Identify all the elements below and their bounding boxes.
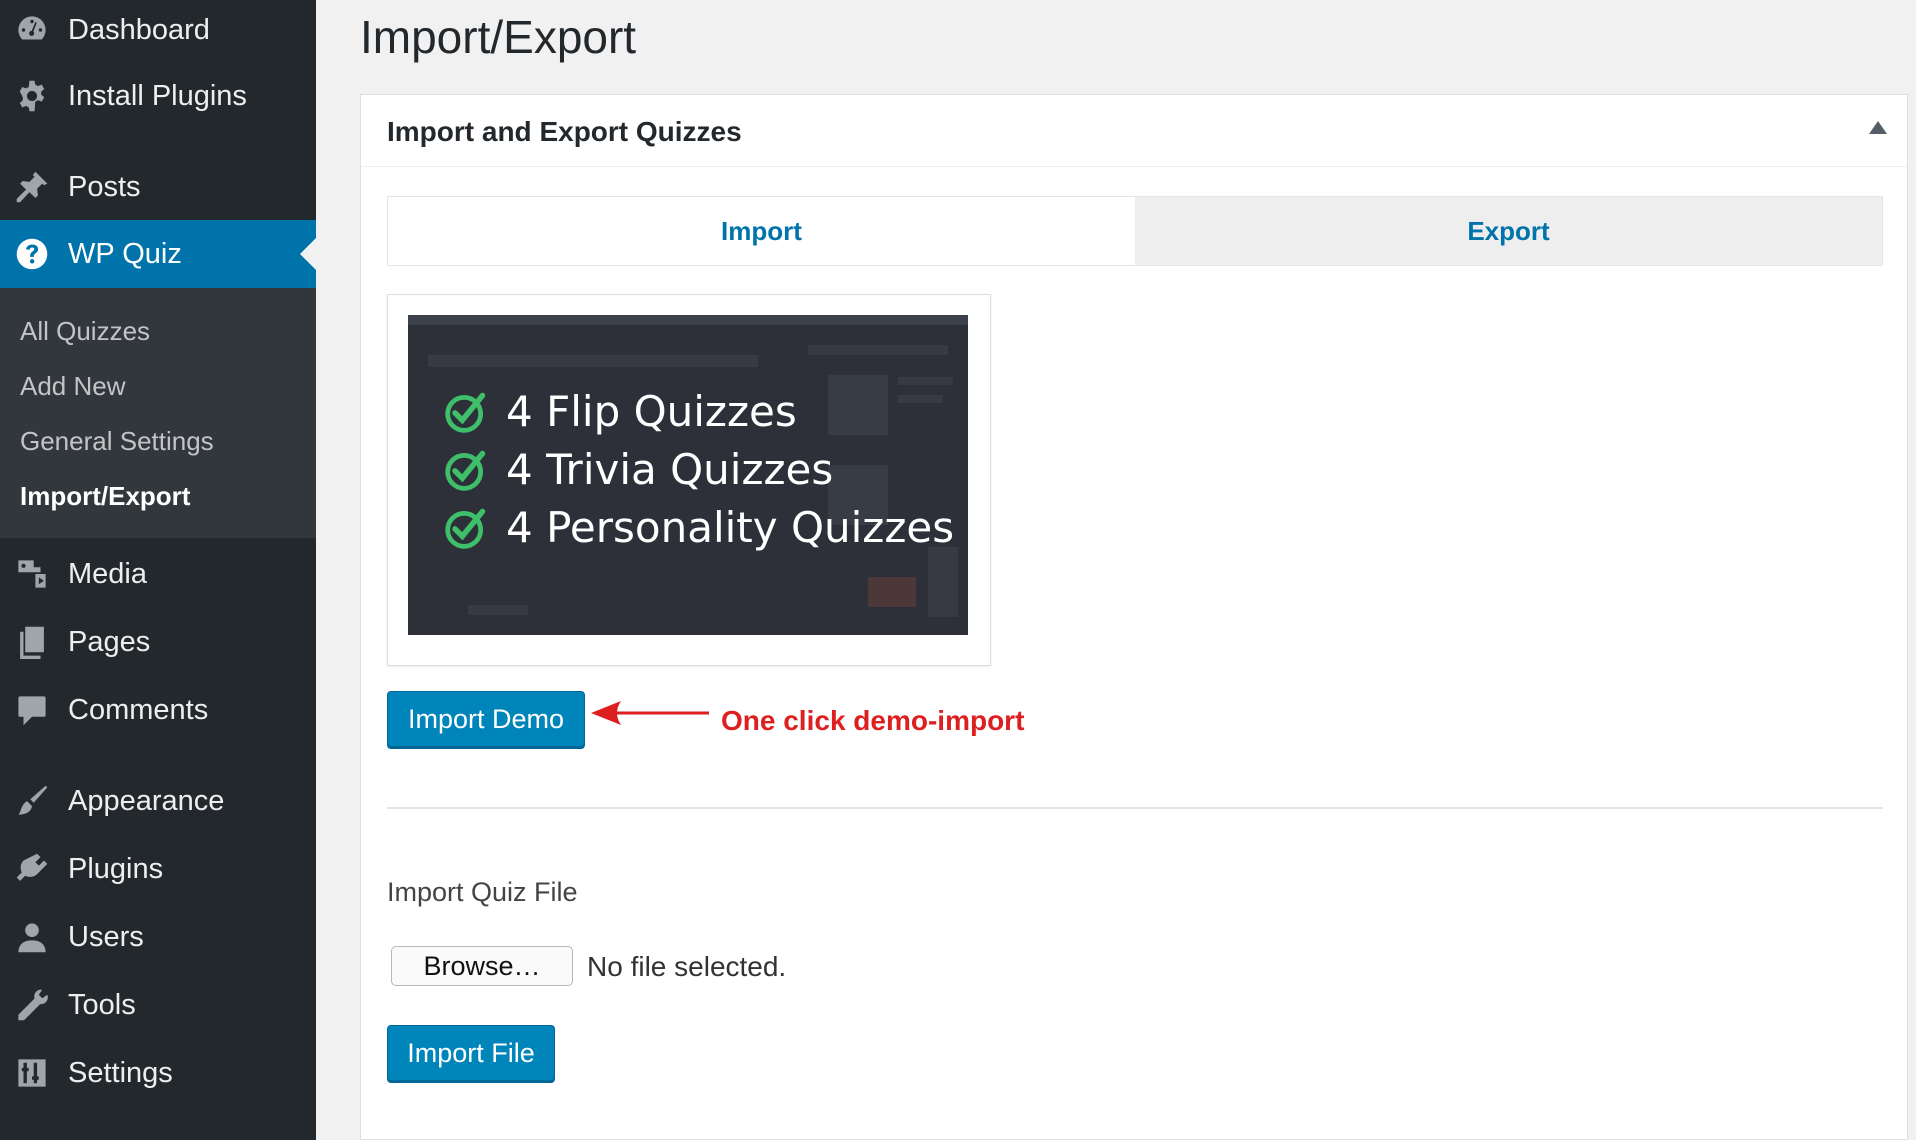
browse-file-button[interactable]: Browse… — [391, 946, 573, 986]
tab-export[interactable]: Export — [1135, 197, 1882, 265]
tab-import[interactable]: Import — [388, 197, 1135, 265]
menu-item-posts[interactable]: Posts — [0, 153, 316, 221]
pushpin-icon — [14, 169, 50, 205]
menu-label: Install Plugins — [68, 79, 247, 112]
submenu-general-settings[interactable]: General Settings — [20, 426, 214, 457]
menu-label: Posts — [68, 170, 141, 203]
settings-sliders-icon — [14, 1055, 50, 1091]
dashboard-icon — [14, 12, 50, 48]
menu-label: WP Quiz — [68, 237, 182, 270]
page-title: Import/Export — [360, 11, 637, 63]
menu-item-wp-quiz[interactable]: WP Quiz — [0, 220, 316, 288]
demo-line-text: 4 Flip Quizzes — [506, 387, 797, 436]
gear-icon — [14, 78, 50, 114]
user-icon — [14, 919, 50, 955]
pages-icon — [14, 624, 50, 660]
menu-label: Comments — [68, 693, 209, 726]
menu-item-settings[interactable]: Settings — [0, 1039, 316, 1107]
section-divider — [387, 807, 1883, 809]
demo-line-personality: 4 Personality Quizzes — [444, 503, 954, 552]
file-status-text: No file selected. — [587, 951, 787, 982]
question-circle-icon — [14, 236, 50, 272]
comment-icon — [14, 692, 50, 728]
submenu-all-quizzes[interactable]: All Quizzes — [20, 316, 150, 347]
menu-item-media[interactable]: Media — [0, 540, 316, 608]
import-demo-button[interactable]: Import Demo — [387, 691, 585, 747]
plugin-icon — [14, 851, 50, 887]
menu-item-tools[interactable]: Tools — [0, 971, 316, 1039]
demo-line-trivia: 4 Trivia Quizzes — [444, 445, 833, 494]
check-circle-icon — [445, 450, 486, 491]
demo-line-flip: 4 Flip Quizzes — [444, 387, 797, 436]
media-icon — [14, 556, 50, 592]
menu-item-appearance[interactable]: Appearance — [0, 767, 316, 835]
collapse-toggle-icon[interactable] — [1869, 121, 1887, 134]
paintbrush-icon — [14, 783, 50, 819]
panel-header[interactable]: Import and Export Quizzes — [361, 95, 1907, 167]
menu-label: Users — [68, 920, 144, 953]
submenu-add-new[interactable]: Add New — [20, 371, 126, 402]
menu-label: Pages — [68, 625, 151, 658]
wp-quiz-submenu: All Quizzes Add New General Settings Imp… — [0, 288, 316, 538]
menu-label: Media — [68, 557, 147, 590]
menu-label: Plugins — [68, 852, 164, 885]
demo-line-text: 4 Personality Quizzes — [506, 503, 955, 552]
admin-sidebar: Dashboard Install Plugins Posts WP Quiz … — [0, 0, 316, 1140]
tab-bar: Import Export — [387, 196, 1883, 266]
wrench-icon — [14, 987, 50, 1023]
menu-label: Tools — [68, 988, 136, 1021]
menu-label: Dashboard — [68, 13, 210, 46]
annotation-arrow-icon — [591, 701, 709, 725]
demo-line-text: 4 Trivia Quizzes — [506, 445, 834, 494]
menu-item-users[interactable]: Users — [0, 903, 316, 971]
menu-item-install-plugins[interactable]: Install Plugins — [0, 62, 316, 130]
menu-item-comments[interactable]: Comments — [0, 676, 316, 744]
demo-preview-image: 4 Flip Quizzes 4 Trivia Quizzes 4 Person… — [408, 315, 968, 635]
import-file-label: Import Quiz File — [387, 877, 578, 907]
check-circle-icon — [445, 392, 486, 433]
demo-preview-card: 4 Flip Quizzes 4 Trivia Quizzes 4 Person… — [387, 294, 991, 666]
menu-label: Settings — [68, 1056, 173, 1089]
submenu-import-export[interactable]: Import/Export — [20, 481, 190, 512]
import-file-button[interactable]: Import File — [387, 1025, 555, 1081]
menu-label: Appearance — [68, 784, 225, 817]
menu-item-dashboard[interactable]: Dashboard — [0, 0, 316, 64]
panel-title: Import and Export Quizzes — [387, 116, 742, 147]
check-circle-icon — [445, 508, 486, 549]
menu-item-plugins[interactable]: Plugins — [0, 835, 316, 903]
import-export-panel: Import and Export Quizzes Import Export … — [360, 94, 1908, 1140]
annotation-text: One click demo-import — [721, 705, 1025, 736]
active-menu-pointer — [300, 238, 316, 270]
menu-item-pages[interactable]: Pages — [0, 608, 316, 676]
